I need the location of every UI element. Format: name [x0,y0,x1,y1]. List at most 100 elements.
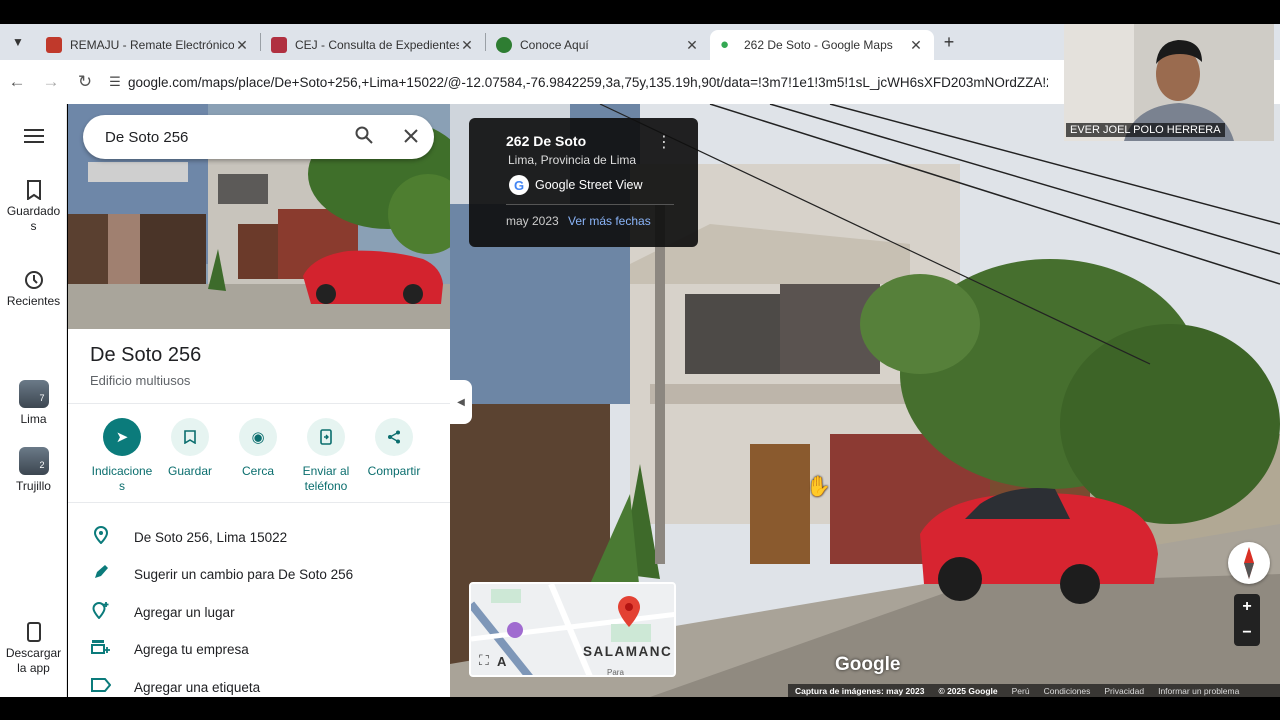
place-title: De Soto 256 [90,344,202,366]
place-panel: De Soto 256 De Soto 256 Edificio multius… [68,104,450,697]
action-buttons: ➤ Indicaciones Guardar ◉ Cerca Enviar al… [86,418,446,498]
address-text: De Soto 256, Lima 15022 [134,529,288,545]
maps-pin-favicon-icon: ● [720,36,730,53]
report-problem-link[interactable]: Informar un problema [1158,686,1239,696]
rail-item-label: Descargar la app [5,646,62,675]
close-icon[interactable]: ✕ [234,37,250,54]
collapse-panel-button[interactable]: ◀ [450,380,472,424]
suggest-edit-row[interactable]: Sugerir un cambio para De Soto 256 [68,556,450,592]
rail-item-label: Trujillo [16,479,51,493]
terms-link[interactable]: Condiciones [1044,686,1091,696]
mini-map-label: SALAMANC [583,644,673,659]
privacy-link[interactable]: Privacidad [1104,686,1144,696]
close-icon[interactable]: ✕ [908,37,924,54]
close-icon[interactable]: ✕ [684,37,700,54]
expand-icon[interactable]: ⛶ [479,652,489,669]
site-settings-button[interactable]: ☰ [102,74,128,90]
zoom-out-button[interactable]: − [1234,620,1260,646]
phone-icon [26,622,41,642]
place-photo[interactable]: De Soto 256 [68,104,450,329]
rail-item-recent[interactable]: Recientes [0,270,67,309]
bookmark-icon [26,180,41,200]
street-view-source: G Google Street View [509,175,642,195]
chevron-down-icon: ▼ [12,35,24,49]
back-button[interactable]: ← [0,72,34,92]
copyright: © 2025 Google [938,685,998,696]
location-pin-icon [68,525,134,549]
lima-thumbnail: 7 [18,380,49,408]
google-watermark: Google [835,654,901,675]
tab-conoce[interactable]: Conoce Aquí ✕ [486,30,710,60]
add-label-row[interactable]: Agregar una etiqueta [68,669,450,697]
rail-item-saved[interactable]: Guardados [0,180,67,234]
add-place-icon [68,601,134,624]
bookmark-icon [171,418,209,456]
history-icon [24,271,43,289]
search-button[interactable] [340,126,388,149]
place-category[interactable]: Edificio multiusos [90,373,190,388]
rail-item-trujillo[interactable]: 2 Trujillo [0,447,67,494]
action-label: Indicaciones [91,464,153,493]
webcam-overlay: EVER JOEL POLO HERRERA [1064,24,1274,141]
menu-button[interactable] [0,128,67,144]
imagery-date: Captura de imágenes: may 2023 [795,685,925,696]
nearby-button[interactable]: ◉ Cerca [222,418,294,479]
rail-item-lima[interactable]: 7 Lima [0,380,67,427]
add-place-text: Agregar un lugar [134,604,235,620]
screen: ▼ REMAJU - Remate Electrónico ✕ CEJ - Co… [0,0,1280,720]
mini-map[interactable]: SALAMANC A Para ⛶ [469,582,676,677]
compass-button[interactable] [1228,542,1270,584]
map-footer: Captura de imágenes: may 2023 © 2025 Goo… [788,684,1280,697]
directions-icon: ➤ [103,418,141,456]
plus-icon: + [943,31,955,52]
search-box[interactable]: De Soto 256 [83,115,434,159]
suggest-edit-text: Sugerir un cambio para De Soto 256 [134,566,354,582]
rail-item-download-app[interactable]: Descargar la app [0,622,67,676]
zoom-controls: + − [1234,594,1260,646]
more-dates-link[interactable]: Ver más fechas [568,214,651,228]
clear-search-button[interactable] [388,127,434,148]
conoce-favicon-icon [496,37,512,53]
save-button[interactable]: Guardar [154,418,226,479]
tab-remaju[interactable]: REMAJU - Remate Electrónico ✕ [36,30,260,60]
divider [506,204,674,205]
remaju-favicon-icon [46,37,62,53]
tab-title: Conoce Aquí [520,38,589,52]
action-label: Guardar [167,464,213,478]
card-subtitle: Lima, Provincia de Lima [508,153,637,167]
arrow-right-icon: → [42,72,60,91]
add-business-row[interactable]: Agrega tu empresa [68,631,450,667]
tab-cej[interactable]: CEJ - Consulta de Expedientes ✕ [261,30,485,60]
left-rail: Guardados Recientes 7 Lima 2 Trujillo De… [0,104,67,697]
address-row[interactable]: De Soto 256, Lima 15022 [68,519,450,555]
new-tab-button[interactable]: + [934,32,964,53]
close-icon[interactable]: ✕ [459,37,475,54]
store-icon [68,639,134,660]
count-badge: 7 [39,393,45,403]
rail-item-label: Lima [20,412,47,426]
chevron-left-icon: ◀ [457,396,465,408]
directions-button[interactable]: ➤ Indicaciones [86,418,158,494]
compass-icon [1244,547,1254,579]
cej-favicon-icon [271,37,287,53]
reload-button[interactable]: ↻ [68,72,102,92]
country-link[interactable]: Perú [1012,686,1030,696]
participant-name: EVER JOEL POLO HERRERA [1066,123,1225,137]
tab-title: 262 De Soto - Google Maps [744,38,893,52]
tab-title: CEJ - Consulta de Expedientes [295,38,459,52]
tab-search-button[interactable]: ▼ [0,24,36,60]
tab-google-maps[interactable]: ● 262 De Soto - Google Maps ✕ [710,30,934,60]
zoom-in-button[interactable]: + [1234,594,1260,620]
rail-item-label: Guardados [6,204,61,233]
google-logo-icon: G [509,175,529,195]
count-badge: 2 [39,460,45,470]
share-button[interactable]: Compartir [358,418,430,479]
forward-button[interactable]: → [34,72,68,92]
url-field[interactable]: google.com/maps/place/De+Soto+256,+Lima+… [128,75,1048,90]
pencil-icon [68,564,134,585]
action-label: Enviar al teléfono [302,464,350,493]
add-place-row[interactable]: Agregar un lugar [68,594,450,630]
send-to-phone-button[interactable]: Enviar al teléfono [290,418,362,494]
search-input[interactable]: De Soto 256 [105,129,340,146]
more-options-icon[interactable]: ⋮ [656,132,672,152]
